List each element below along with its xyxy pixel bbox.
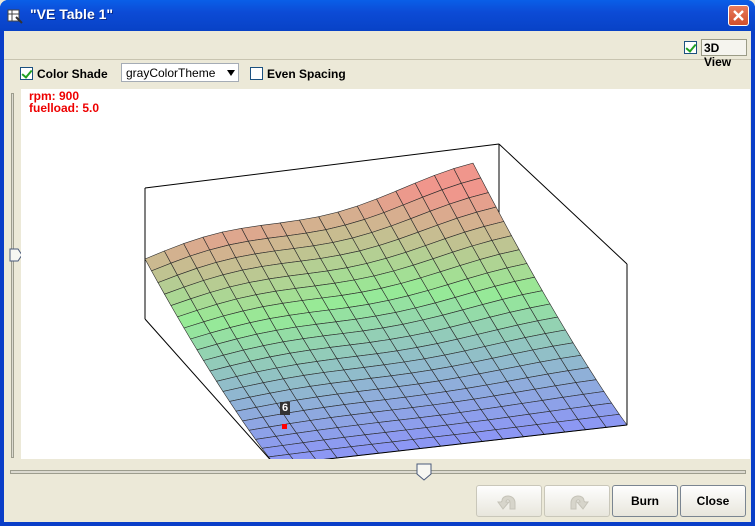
redo-button[interactable] (544, 485, 610, 517)
horizontal-rotation-slider[interactable] (10, 463, 746, 483)
view-toolbar: 3D View (4, 31, 751, 69)
close-window-button[interactable] (728, 5, 749, 26)
box-edge-right-top (498, 143, 628, 265)
surface-plot (144, 143, 628, 466)
cursor-marker (282, 424, 287, 429)
cursor-value-label: 6 (280, 402, 291, 415)
vertical-slider-track (11, 93, 14, 458)
chevron-down-icon (227, 70, 235, 76)
horizontal-slider-thumb[interactable] (416, 463, 432, 481)
dialog-content: 3D View Color Shade grayColorTheme Even … (4, 31, 751, 522)
view-3d-checkbox[interactable] (684, 41, 697, 54)
horizontal-slider-track (10, 470, 746, 474)
close-button[interactable]: Close (680, 485, 746, 517)
undo-button[interactable] (476, 485, 542, 517)
color-theme-value: grayColorTheme (126, 66, 216, 80)
readout-label: rpm: 900 fuelload: 5.0 (29, 90, 99, 114)
surface-plot-area[interactable]: rpm: 900 fuelload: 5.0 6 (21, 89, 750, 466)
even-spacing-checkbox[interactable] (250, 67, 263, 80)
color-shade-checkbox[interactable] (20, 67, 33, 80)
close-x-icon (733, 10, 744, 21)
title-bar[interactable]: "VE Table 1" (0, 0, 755, 31)
undo-arrow-icon (497, 495, 516, 510)
vertical-rotation-slider[interactable] (9, 93, 23, 458)
options-bar: Color Shade grayColorTheme Even Spacing (4, 61, 751, 86)
window-frame: "VE Table 1" 3D View Color Shade grayCol… (0, 0, 755, 526)
fuelload-readout: fuelload: 5.0 (29, 101, 100, 115)
redo-arrow-icon (570, 495, 589, 510)
color-theme-select[interactable]: grayColorTheme (121, 63, 239, 82)
burn-button[interactable]: Burn (612, 485, 678, 517)
view-3d-toggle[interactable]: 3D View (701, 39, 747, 69)
window-title: "VE Table 1" (30, 6, 114, 22)
table-icon (7, 9, 23, 24)
color-shade-label: Color Shade (37, 67, 108, 81)
even-spacing-label: Even Spacing (267, 67, 346, 81)
